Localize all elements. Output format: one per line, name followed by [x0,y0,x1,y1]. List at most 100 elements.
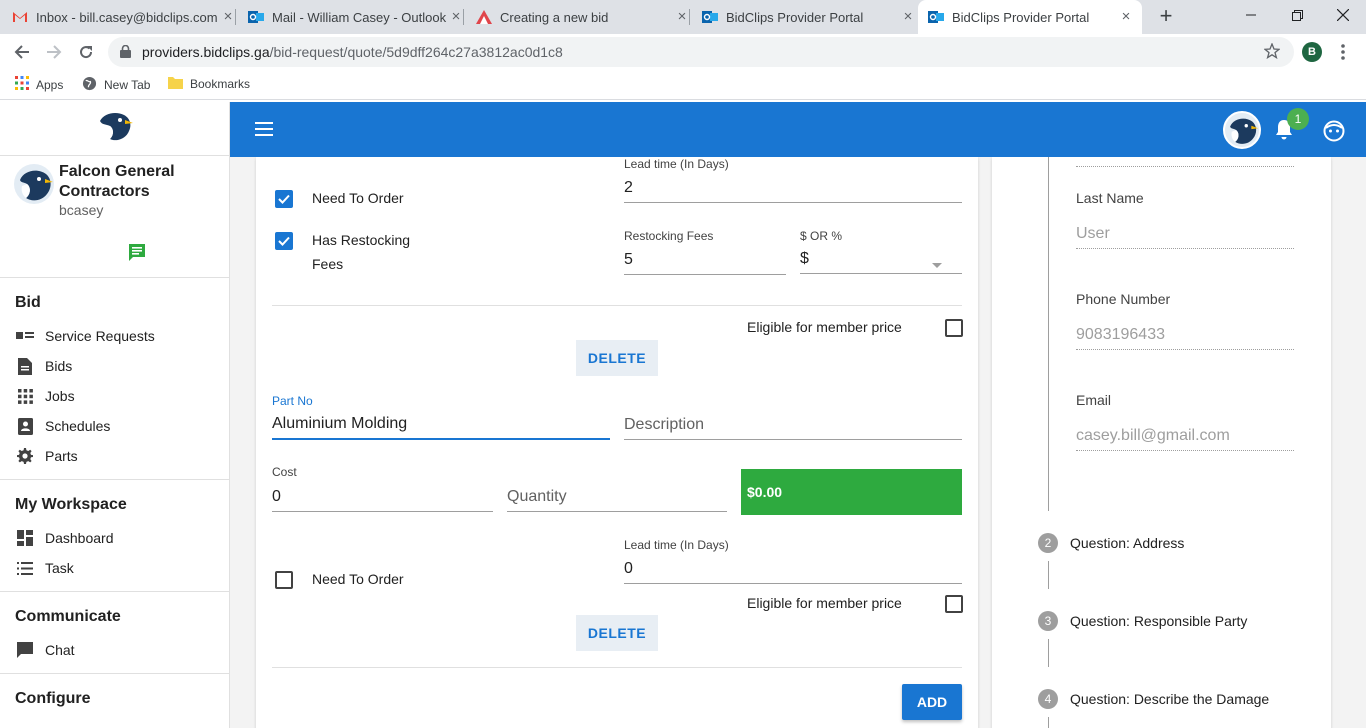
lead-time-label: Lead time (In Days) [624,157,729,171]
parts-card: Lead time (In Days) 2 Need To Order Has … [256,157,978,728]
user-avatar[interactable] [1223,111,1261,149]
back-arrow-icon[interactable] [10,40,34,64]
step-number: 2 [1038,533,1058,553]
sidebar-item-parts[interactable]: Parts [0,441,229,471]
section-heading: Communicate [15,608,121,625]
company-avatar [14,164,54,204]
eligible-member-checkbox[interactable] [945,319,963,337]
sidebar-item-label: Jobs [45,388,75,404]
step-number: 4 [1038,689,1058,709]
bookmark-new-tab[interactable]: New Tab [82,76,150,94]
bookmark-folder[interactable]: Bookmarks [168,76,250,92]
lead-time-input[interactable]: 2 [624,175,962,203]
sidebar-item-label: Bids [45,358,73,374]
browser-menu-icon[interactable] [1340,42,1346,62]
reload-icon[interactable] [74,40,98,64]
new-tab-button[interactable]: + [1154,5,1178,29]
sidebar-item-label: Task [45,560,74,576]
need-to-order-checkbox[interactable] [275,571,293,589]
company-name: Falcon General Contractors [59,163,175,200]
part-no-value: Aluminium Molding [272,415,408,432]
minimize-icon[interactable] [1228,0,1274,30]
outlook-icon [702,9,718,25]
close-icon[interactable]: × [900,9,916,25]
lead-time-label: Lead time (In Days) [624,538,729,552]
sidebar-item-schedules[interactable]: Schedules [0,411,229,441]
notification-badge: 1 [1287,108,1309,130]
restocking-checkbox[interactable] [275,232,293,250]
close-icon[interactable]: × [448,9,464,25]
lead-time-value: 0 [624,560,633,577]
delete-part-button[interactable]: DELETE [576,340,658,376]
globe-icon [82,76,97,94]
grid-icon [15,386,35,406]
sidebar-item-label: Parts [45,448,78,464]
fee-type-select[interactable]: $ [800,243,962,274]
divider [272,667,962,668]
step-describe-damage[interactable]: Question: Describe the Damage [1070,691,1269,707]
lead-time-input[interactable]: 0 [624,556,962,584]
browser-tab-new-bid[interactable]: Creating a new bid × [476,0,690,34]
app-header: 1 [230,102,1366,157]
eligible-member-label: Eligible for member price [747,319,902,335]
lead-time-value: 2 [624,179,633,196]
close-icon[interactable]: × [1118,9,1134,25]
close-icon[interactable]: × [220,9,236,25]
window-close-icon[interactable] [1320,0,1366,30]
url-host: providers.bidclips.ga [142,44,270,60]
bookmarks-bar: Apps New Tab Bookmarks [0,70,1366,100]
tab-title: Mail - William Casey - Outlook [272,9,447,25]
description-placeholder: Description [624,416,705,433]
forward-arrow-icon[interactable] [42,40,66,64]
browser-tab-portal-active[interactable]: BidClips Provider Portal × [918,0,1142,34]
sidebar-item-dashboard[interactable]: Dashboard [0,523,229,553]
quantity-input[interactable]: Quantity [507,483,727,512]
bookmark-label: New Tab [104,78,151,92]
contact-book-icon [15,416,35,436]
cost-input[interactable]: 0 [272,483,493,512]
step-responsible-party[interactable]: Question: Responsible Party [1070,613,1247,629]
check-icon [278,194,290,204]
account-face-icon[interactable] [1323,120,1345,147]
sidebar-logo[interactable] [0,102,229,156]
browser-profile-avatar[interactable]: B [1302,42,1322,62]
part-no-input[interactable]: Aluminium Molding [272,410,610,440]
add-part-button[interactable]: ADD [902,684,962,720]
delete-part-button[interactable]: DELETE [576,615,658,651]
sidebar-item-bids[interactable]: Bids [0,351,229,381]
restocking-fees-input[interactable]: 5 [624,247,786,275]
eligible-member-checkbox[interactable] [945,595,963,613]
bidclips-icon [476,9,492,25]
stepper-line [1048,157,1049,511]
section-heading: Bid [15,294,41,311]
need-to-order-checkbox[interactable] [275,190,293,208]
restore-icon[interactable] [1274,0,1320,30]
url-text: providers.bidclips.ga/bid-request/quote/… [142,44,563,60]
description-input[interactable]: Description [624,410,962,440]
browser-tabstrip: Inbox - bill.casey@bidclips.com × Mail -… [0,0,1366,34]
step-address[interactable]: Question: Address [1070,535,1184,551]
section-heading: My Workspace [15,496,127,513]
menu-icon[interactable] [255,122,273,140]
tab-title: Inbox - bill.casey@bidclips.com [36,9,218,25]
sidebar-item-task[interactable]: Task [0,553,229,583]
section-heading: Configure [15,690,91,707]
browser-tab-portal-1[interactable]: BidClips Provider Portal × [702,0,916,34]
list-icon [15,558,35,578]
sidebar-item-jobs[interactable]: Jobs [0,381,229,411]
browser-tab-outlook[interactable]: Mail - William Casey - Outlook × [248,0,464,34]
bookmark-star-icon[interactable] [1263,42,1281,64]
sidebar-item-service-requests[interactable]: Service Requests [0,321,229,351]
close-icon[interactable]: × [674,9,690,25]
sidebar-item-chat[interactable]: Chat [0,635,229,665]
sidebar-section-bid: Bid Service Requests Bids Jobs Schedules… [0,278,229,480]
phone-field: 9083196433 [1076,326,1294,350]
username: bcasey [59,202,104,218]
phone-label: Phone Number [1076,291,1171,307]
bookmark-apps[interactable]: Apps [15,76,63,93]
message-icon[interactable] [127,242,147,267]
address-bar[interactable]: providers.bidclips.ga/bid-request/quote/… [108,37,1294,67]
url-path: /bid-request/quote/5d9dff264c27a3812ac0d… [269,44,563,60]
browser-tab-gmail[interactable]: Inbox - bill.casey@bidclips.com × [12,0,236,34]
tab-title: BidClips Provider Portal [726,9,864,25]
